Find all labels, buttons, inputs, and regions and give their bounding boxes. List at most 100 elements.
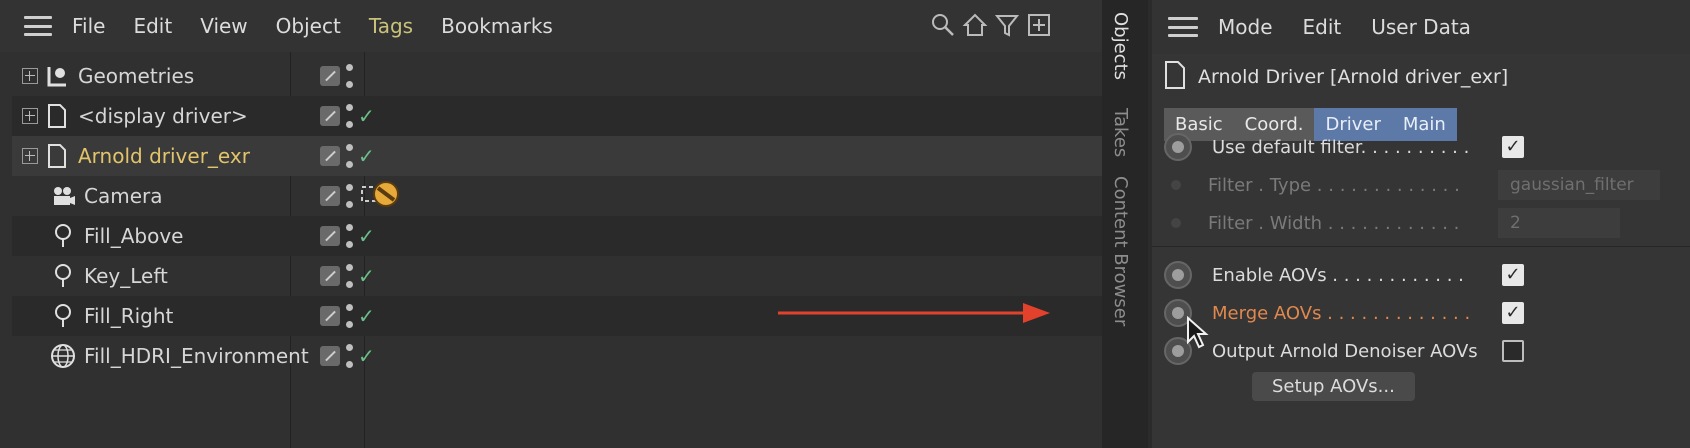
animation-radio-icon [1171, 218, 1181, 228]
use-default-filter-checkbox[interactable]: ✓ [1502, 136, 1524, 158]
object-name[interactable]: Fill_Right [84, 304, 306, 328]
menu-file[interactable]: File [72, 14, 105, 38]
animation-radio-icon[interactable] [1164, 133, 1192, 161]
visibility-dots-icon[interactable] [346, 304, 354, 328]
document-icon [44, 102, 70, 130]
expand-icon[interactable] [22, 108, 38, 124]
editable-toggle-icon[interactable] [320, 66, 340, 86]
enabled-check-icon[interactable]: ✓ [358, 304, 375, 328]
visibility-dots-icon[interactable] [346, 264, 354, 288]
prop-output-denoiser-aovs: Output Arnold Denoiser AOVs [1164, 332, 1684, 370]
tab-takes[interactable]: Takes [1110, 108, 1131, 157]
menu-edit[interactable]: Edit [133, 14, 172, 38]
light-bulb-icon [50, 222, 76, 250]
home-icon[interactable] [962, 12, 988, 38]
visibility-controls[interactable]: ✓ [320, 224, 375, 248]
attribute-menu-icon[interactable] [1168, 17, 1198, 37]
object-title-text: Arnold Driver [Arnold driver_exr] [1198, 66, 1509, 88]
prop-filter-type: Filter . Type . . . . . . . . . . . . . … [1164, 166, 1684, 204]
visibility-dots-icon[interactable] [346, 144, 354, 168]
visibility-controls[interactable]: ✓ [320, 344, 375, 368]
expand-icon[interactable] [22, 148, 38, 164]
object-row-key-left[interactable]: Key_Left ✓ [12, 256, 1102, 296]
attribute-menubar: Mode Edit User Data [1152, 0, 1690, 54]
objects-menubar: File Edit View Object Tags Bookmarks [0, 0, 1102, 52]
enabled-check-icon[interactable]: ✓ [358, 224, 375, 248]
visibility-dots-icon[interactable] [346, 184, 354, 208]
object-title: Arnold Driver [Arnold driver_exr] [1164, 60, 1508, 94]
menu-bookmarks[interactable]: Bookmarks [441, 14, 553, 38]
output-denoiser-checkbox[interactable] [1502, 340, 1524, 362]
mouse-cursor-icon [1187, 316, 1209, 349]
prop-filter-width: Filter . Width . . . . . . . . . . . . 2 [1164, 204, 1684, 242]
object-row-fill-hdri-environment[interactable]: Fill_HDRI_Environment ✓ [12, 336, 1102, 376]
menu-user-data[interactable]: User Data [1371, 15, 1471, 39]
light-bulb-icon [50, 262, 76, 290]
object-name[interactable]: Fill_Above [84, 224, 306, 248]
object-row-arnold-driver-exr[interactable]: Arnold driver_exr ✓ [12, 136, 1102, 176]
object-name[interactable]: <display driver> [78, 104, 300, 128]
filter-width-input[interactable]: 2 [1498, 208, 1620, 238]
editable-toggle-icon[interactable] [320, 186, 340, 206]
visibility-dots-icon[interactable] [346, 224, 354, 248]
object-name[interactable]: Geometries [78, 64, 300, 88]
visibility-controls[interactable] [320, 64, 354, 88]
expand-icon[interactable] [22, 68, 38, 84]
filter-icon[interactable] [994, 12, 1020, 38]
editable-toggle-icon[interactable] [320, 106, 340, 126]
animation-radio-icon[interactable] [1164, 261, 1192, 289]
object-row-geometries[interactable]: Geometries [12, 56, 1102, 96]
visibility-controls[interactable] [320, 184, 378, 208]
tab-content-browser[interactable]: Content Browser [1110, 176, 1131, 326]
setup-aovs-button[interactable]: Setup AOVs... [1252, 372, 1415, 401]
enabled-check-icon[interactable]: ✓ [358, 264, 375, 288]
side-tab-bar: Objects Takes Content Browser [1102, 0, 1148, 448]
object-name[interactable]: Arnold driver_exr [78, 144, 300, 168]
merge-aovs-checkbox[interactable]: ✓ [1502, 302, 1524, 324]
new-window-icon[interactable] [1026, 12, 1052, 38]
enabled-check-icon[interactable]: ✓ [358, 144, 375, 168]
menu-tags[interactable]: Tags [369, 14, 413, 38]
object-name[interactable]: Camera [84, 184, 306, 208]
objects-menu-icon[interactable] [24, 16, 52, 36]
prop-merge-aovs: Merge AOVs . . . . . . . . . . . . . ✓ [1164, 294, 1684, 332]
object-row-fill-above[interactable]: Fill_Above ✓ [12, 216, 1102, 256]
visibility-dots-icon[interactable] [346, 104, 354, 128]
editable-toggle-icon[interactable] [320, 306, 340, 326]
object-name[interactable]: Fill_HDRI_Environment [84, 344, 309, 368]
visibility-controls[interactable]: ✓ [320, 144, 375, 168]
animation-radio-icon [1171, 180, 1181, 190]
document-icon [44, 142, 70, 170]
visibility-dots-icon[interactable] [346, 64, 354, 88]
menu-object[interactable]: Object [276, 14, 341, 38]
object-row-display-driver[interactable]: <display driver> ✓ [12, 96, 1102, 136]
tab-objects[interactable]: Objects [1110, 12, 1131, 80]
prop-label: Enable AOVs . . . . . . . . . . . . [1212, 264, 1464, 286]
editable-toggle-icon[interactable] [320, 146, 340, 166]
prop-label: Filter . Width . . . . . . . . . . . . [1208, 212, 1460, 234]
visibility-controls[interactable]: ✓ [320, 304, 375, 328]
visibility-dots-icon[interactable] [346, 344, 354, 368]
editable-toggle-icon[interactable] [320, 226, 340, 246]
prop-use-default-filter: Use default filter. . . . . . . . . . ✓ [1164, 128, 1684, 166]
visibility-controls[interactable]: ✓ [320, 104, 375, 128]
object-row-camera[interactable]: Camera [12, 176, 1102, 216]
objects-manager: File Edit View Object Tags Bookmarks Geo… [0, 0, 1102, 448]
visibility-controls[interactable]: ✓ [320, 264, 375, 288]
menu-mode[interactable]: Mode [1218, 15, 1273, 39]
enabled-check-icon[interactable]: ✓ [358, 344, 375, 368]
prop-label: Use default filter. . . . . . . . . . [1212, 136, 1470, 158]
enabled-check-icon[interactable]: ✓ [358, 104, 375, 128]
enable-aovs-checkbox[interactable]: ✓ [1502, 264, 1524, 286]
search-icon[interactable] [930, 12, 956, 38]
editable-toggle-icon[interactable] [320, 346, 340, 366]
annotation-arrow-icon [778, 303, 1050, 323]
camera-target-tag-icon[interactable] [372, 180, 400, 212]
object-name[interactable]: Key_Left [84, 264, 306, 288]
editable-toggle-icon[interactable] [320, 266, 340, 286]
menu-view[interactable]: View [200, 14, 247, 38]
filter-type-select[interactable]: gaussian_filter [1498, 170, 1660, 200]
menu-edit[interactable]: Edit [1303, 15, 1342, 39]
layer-icon [44, 62, 70, 90]
light-bulb-icon [50, 302, 76, 330]
